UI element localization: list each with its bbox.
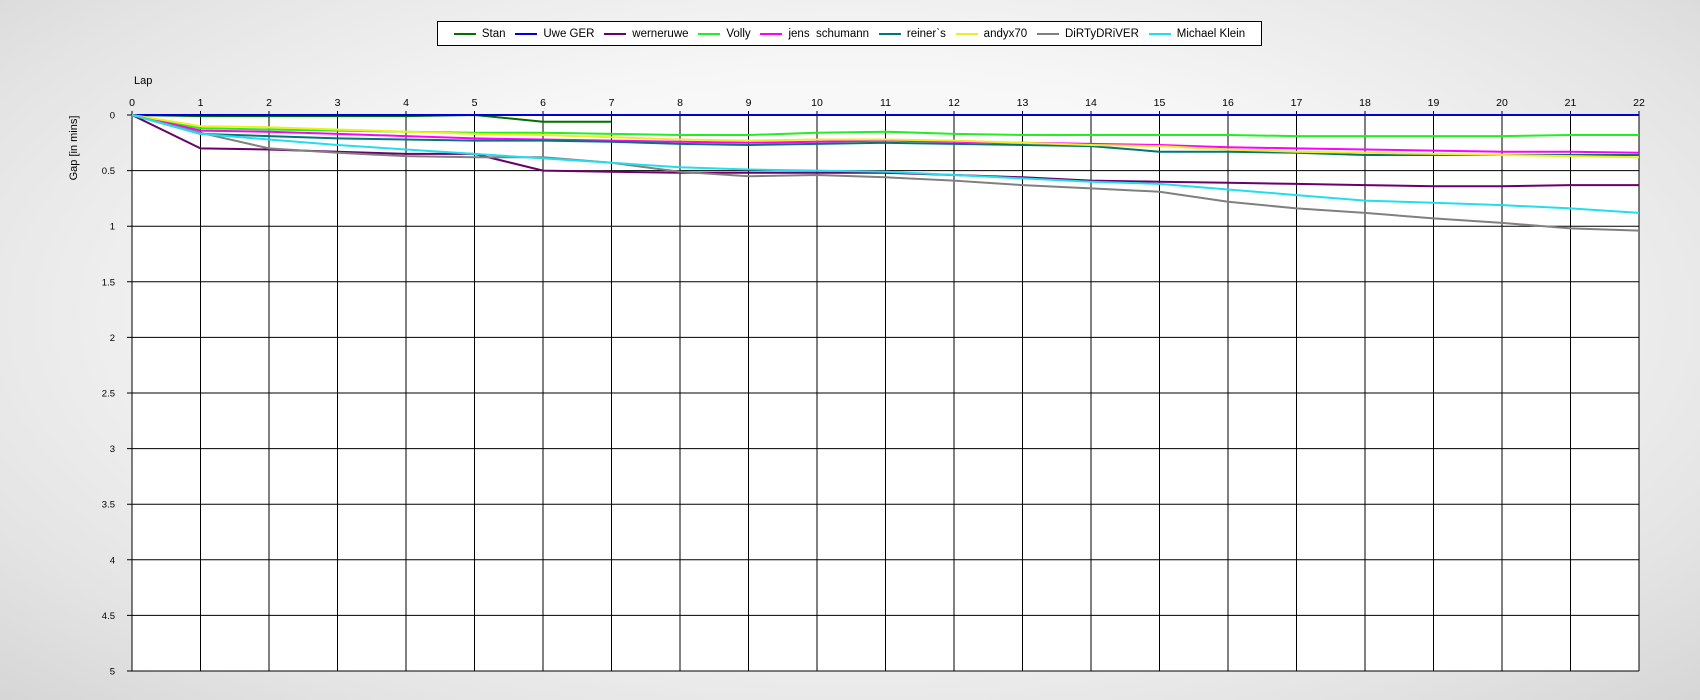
y-tick-label: 5 [110, 667, 115, 678]
y-axis-title: Gap [in mins] [68, 116, 80, 181]
x-tick-label: 22 [1633, 97, 1645, 109]
x-tick-label: 1 [198, 97, 204, 109]
x-tick-label: 2 [266, 97, 272, 109]
x-tick-label: 3 [335, 97, 341, 109]
x-tick-label: 17 [1291, 97, 1303, 109]
y-tick-label: 4 [110, 555, 115, 566]
grid [127, 111, 1640, 672]
x-tick-label: 18 [1359, 97, 1371, 109]
x-tick-label: 19 [1428, 97, 1440, 109]
x-tick-label: 14 [1085, 97, 1097, 109]
x-tick-label: 21 [1565, 97, 1577, 109]
y-tick-label: 2.5 [102, 389, 115, 400]
y-tick-label: 1.5 [102, 277, 115, 288]
x-tick-label: 12 [948, 97, 960, 109]
x-tick-label: 0 [129, 97, 135, 109]
x-tick-label: 4 [403, 97, 409, 109]
gap-chart: 0 1 2 3 4 5 6 7 8 9 10 11 12 13 14 15 16 17 18 19 20 21 2200.5… [68, 75, 1645, 678]
y-tick-label: 0.5 [102, 166, 115, 177]
y-tick-label: 3.5 [102, 500, 115, 511]
x-tick-label: 10 [811, 97, 823, 109]
x-tick-label: 5 [472, 97, 478, 109]
x-tick-label: 13 [1017, 97, 1029, 109]
x-tick-label: 6 [540, 97, 546, 109]
y-tick-label: 1 [110, 222, 115, 233]
x-tick-label: 15 [1154, 97, 1166, 109]
x-tick-label: 16 [1222, 97, 1234, 109]
x-tick-label: 11 [880, 97, 891, 109]
y-tick-label: 2 [110, 333, 115, 344]
x-tick-label: 9 [746, 97, 752, 109]
x-tick-label: 20 [1496, 97, 1508, 109]
y-tick-label: 0 [110, 111, 115, 122]
y-tick-label: 4.5 [102, 611, 115, 622]
y-tick-label: 3 [110, 444, 115, 455]
x-axis-title: Lap [134, 75, 152, 87]
x-tick-label: 7 [609, 97, 615, 109]
x-tick-label: 8 [677, 97, 683, 109]
